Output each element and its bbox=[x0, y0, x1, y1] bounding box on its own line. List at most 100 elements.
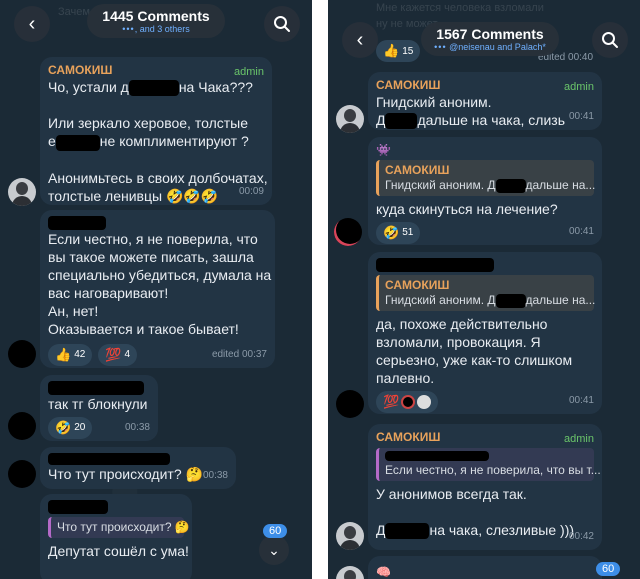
message-bubble[interactable]: 👾 САМОКИШ Гнидский аноним. Ддальше на...… bbox=[368, 137, 602, 245]
message-text: Ддальше на чака, слизь bbox=[376, 112, 565, 130]
message-text: вас наговаривают! bbox=[48, 285, 169, 301]
message-bubble[interactable]: САМОКИШ admin Чо, устали д на Чака??? Или… bbox=[40, 57, 272, 205]
avatar[interactable] bbox=[8, 178, 36, 206]
redaction-mark bbox=[385, 113, 418, 130]
avatar[interactable] bbox=[8, 412, 36, 440]
avatar[interactable] bbox=[336, 390, 364, 418]
sender-emoji-icon: 🧠 bbox=[376, 565, 391, 579]
message-text: да, похоже действительно bbox=[376, 316, 548, 332]
admin-badge: admin bbox=[564, 81, 594, 93]
redaction-mark bbox=[495, 178, 526, 193]
message-time: edited 00:37 bbox=[211, 349, 267, 360]
search-button[interactable] bbox=[264, 6, 300, 42]
sender-name-redacted bbox=[48, 453, 170, 465]
unread-count-badge: 60 bbox=[263, 524, 288, 538]
sender-name: САМОКИШ bbox=[48, 63, 113, 77]
participants-subtitle: ••• @neisenau and Palach* bbox=[434, 41, 546, 52]
search-icon bbox=[602, 32, 618, 48]
reply-quote[interactable]: Что тут происходит? 🤔 bbox=[48, 517, 190, 538]
sender-name-redacted bbox=[48, 216, 106, 230]
redaction-mark bbox=[495, 293, 526, 308]
sender-emoji-icon: 👾 bbox=[376, 143, 391, 157]
quote-text: Что тут происходит? 🤔 bbox=[57, 520, 190, 534]
message-bubble[interactable]: САМОКИШ admin Гнидский аноним. Ддальше н… bbox=[368, 72, 602, 130]
reaction-hundred[interactable]: 💯 bbox=[376, 391, 439, 413]
reaction-rofl[interactable]: 🤣 20 bbox=[48, 417, 93, 439]
comments-header[interactable]: 1445 Comments •••, and 3 others bbox=[87, 4, 225, 38]
quote-text: Гнидский аноним. Ддальше на... bbox=[385, 178, 596, 193]
message-time: 00:09 bbox=[238, 186, 264, 197]
message-bubble[interactable]: 🧠 bbox=[368, 556, 602, 579]
message-text: Депутат сошёл с ума! bbox=[48, 543, 189, 559]
message-time: 00:41 bbox=[568, 226, 594, 237]
avatar[interactable] bbox=[336, 105, 364, 133]
message-text: Если честно, я не поверила, что bbox=[48, 231, 258, 247]
admin-badge: admin bbox=[564, 433, 594, 445]
scroll-down-button[interactable]: ⌄ bbox=[259, 535, 289, 565]
message-text: взломали, провокация. Я bbox=[376, 334, 541, 350]
avatar[interactable] bbox=[8, 460, 36, 488]
avatar[interactable] bbox=[336, 566, 364, 579]
chevron-left-icon: ‹ bbox=[28, 12, 36, 35]
avatar[interactable] bbox=[336, 522, 364, 550]
message-bubble[interactable]: Что тут происходит? 🤔 00:38 bbox=[40, 447, 236, 489]
sender-name-redacted bbox=[376, 258, 494, 272]
message-text: толстые ленивцы 🤣🤣🤣 bbox=[48, 187, 219, 204]
back-button[interactable]: ‹ bbox=[342, 22, 378, 58]
redaction-mark bbox=[55, 134, 100, 151]
message-text: Гнидский аноним. bbox=[376, 94, 492, 110]
chevron-left-icon: ‹ bbox=[356, 28, 364, 51]
reactor-avatar bbox=[417, 395, 432, 409]
message-text: Чо, устали д на Чака??? bbox=[48, 79, 253, 97]
reaction-thumbs-up[interactable]: 👍 42 bbox=[48, 344, 93, 366]
message-text: Дна чака, слезливые ))) bbox=[376, 522, 575, 540]
reply-quote[interactable]: САМОКИШ Гнидский аноним. Ддальше на... bbox=[376, 275, 596, 311]
message-text: куда скинуться на лечение? bbox=[376, 201, 558, 217]
message-text: палевно. bbox=[376, 370, 435, 386]
message-text: Ан, нет! bbox=[48, 303, 99, 319]
message-bubble[interactable]: Что тут происходит? 🤔 Депутат сошёл с ум… bbox=[40, 494, 192, 579]
message-text: е не комплиментируют ? bbox=[48, 133, 249, 151]
sender-name-redacted bbox=[48, 500, 108, 514]
reaction-rofl[interactable]: 🤣 51 bbox=[376, 222, 421, 244]
reply-quote[interactable]: САМОКИШ Гнидский аноним. Ддальше на... bbox=[376, 160, 596, 196]
quote-text: Если честно, я не поверила, что вы т... bbox=[385, 463, 601, 477]
ghost-previous-text: Зачем bbox=[58, 6, 90, 18]
message-bubble[interactable]: САМОКИШ admin Если честно, я не поверила… bbox=[368, 424, 602, 550]
message-time: 00:42 bbox=[568, 531, 594, 542]
sender-name: САМОКИШ bbox=[376, 430, 441, 444]
message-bubble[interactable]: так тг блокнули 🤣 20 00:38 bbox=[40, 375, 158, 441]
message-time: 00:41 bbox=[568, 111, 594, 122]
message-text: вы такое можете писать, зашла bbox=[48, 249, 254, 265]
avatar[interactable] bbox=[8, 340, 36, 368]
message-text: Или зеркало херовое, толстые bbox=[48, 115, 248, 132]
message-time: 00:38 bbox=[124, 422, 150, 433]
avatar[interactable] bbox=[334, 218, 362, 246]
message-text: так тг блокнули bbox=[48, 396, 148, 412]
quote-sender: САМОКИШ bbox=[385, 163, 450, 177]
message-time: 00:38 bbox=[202, 470, 228, 481]
reaction-thumbs-up[interactable]: 👍 15 bbox=[376, 40, 421, 62]
back-button[interactable]: ‹ bbox=[14, 6, 50, 42]
message-text: Оказывается и такое бывает! bbox=[48, 321, 239, 337]
unread-count-badge: 60 bbox=[596, 562, 621, 576]
message-text: серьезно, уже как-то слишком bbox=[376, 352, 573, 368]
reaction-hundred[interactable]: 💯 4 bbox=[98, 344, 138, 366]
message-bubble[interactable]: Если честно, я не поверила, что вы такое… bbox=[40, 210, 275, 368]
message-text: Анонимьтесь в своих долбочатах, bbox=[48, 169, 268, 186]
participants-subtitle: •••, and 3 others bbox=[122, 23, 190, 34]
quote-sender: САМОКИШ bbox=[385, 278, 450, 292]
search-icon bbox=[274, 16, 290, 32]
message-text: специально убедиться, думала на bbox=[48, 267, 272, 283]
message-text: Что тут происходит? 🤔 bbox=[48, 466, 203, 482]
reply-quote[interactable]: Если честно, я не поверила, что вы т... bbox=[376, 448, 601, 481]
ghost-previous-text: Мне кажется человека взломали bbox=[376, 2, 544, 14]
sender-name: САМОКИШ bbox=[376, 78, 441, 92]
comments-header[interactable]: 1567 Comments ••• @neisenau and Palach* bbox=[421, 22, 559, 56]
quote-text: Гнидский аноним. Ддальше на... bbox=[385, 293, 596, 308]
message-time: 00:41 bbox=[568, 395, 594, 406]
left-comments-panel: Зачем ‹ 1445 Comments •••, and 3 others … bbox=[0, 0, 312, 579]
chevron-down-icon: ⌄ bbox=[268, 541, 280, 558]
message-bubble[interactable]: САМОКИШ Гнидский аноним. Ддальше на... д… bbox=[368, 252, 602, 414]
search-button[interactable] bbox=[592, 22, 628, 58]
